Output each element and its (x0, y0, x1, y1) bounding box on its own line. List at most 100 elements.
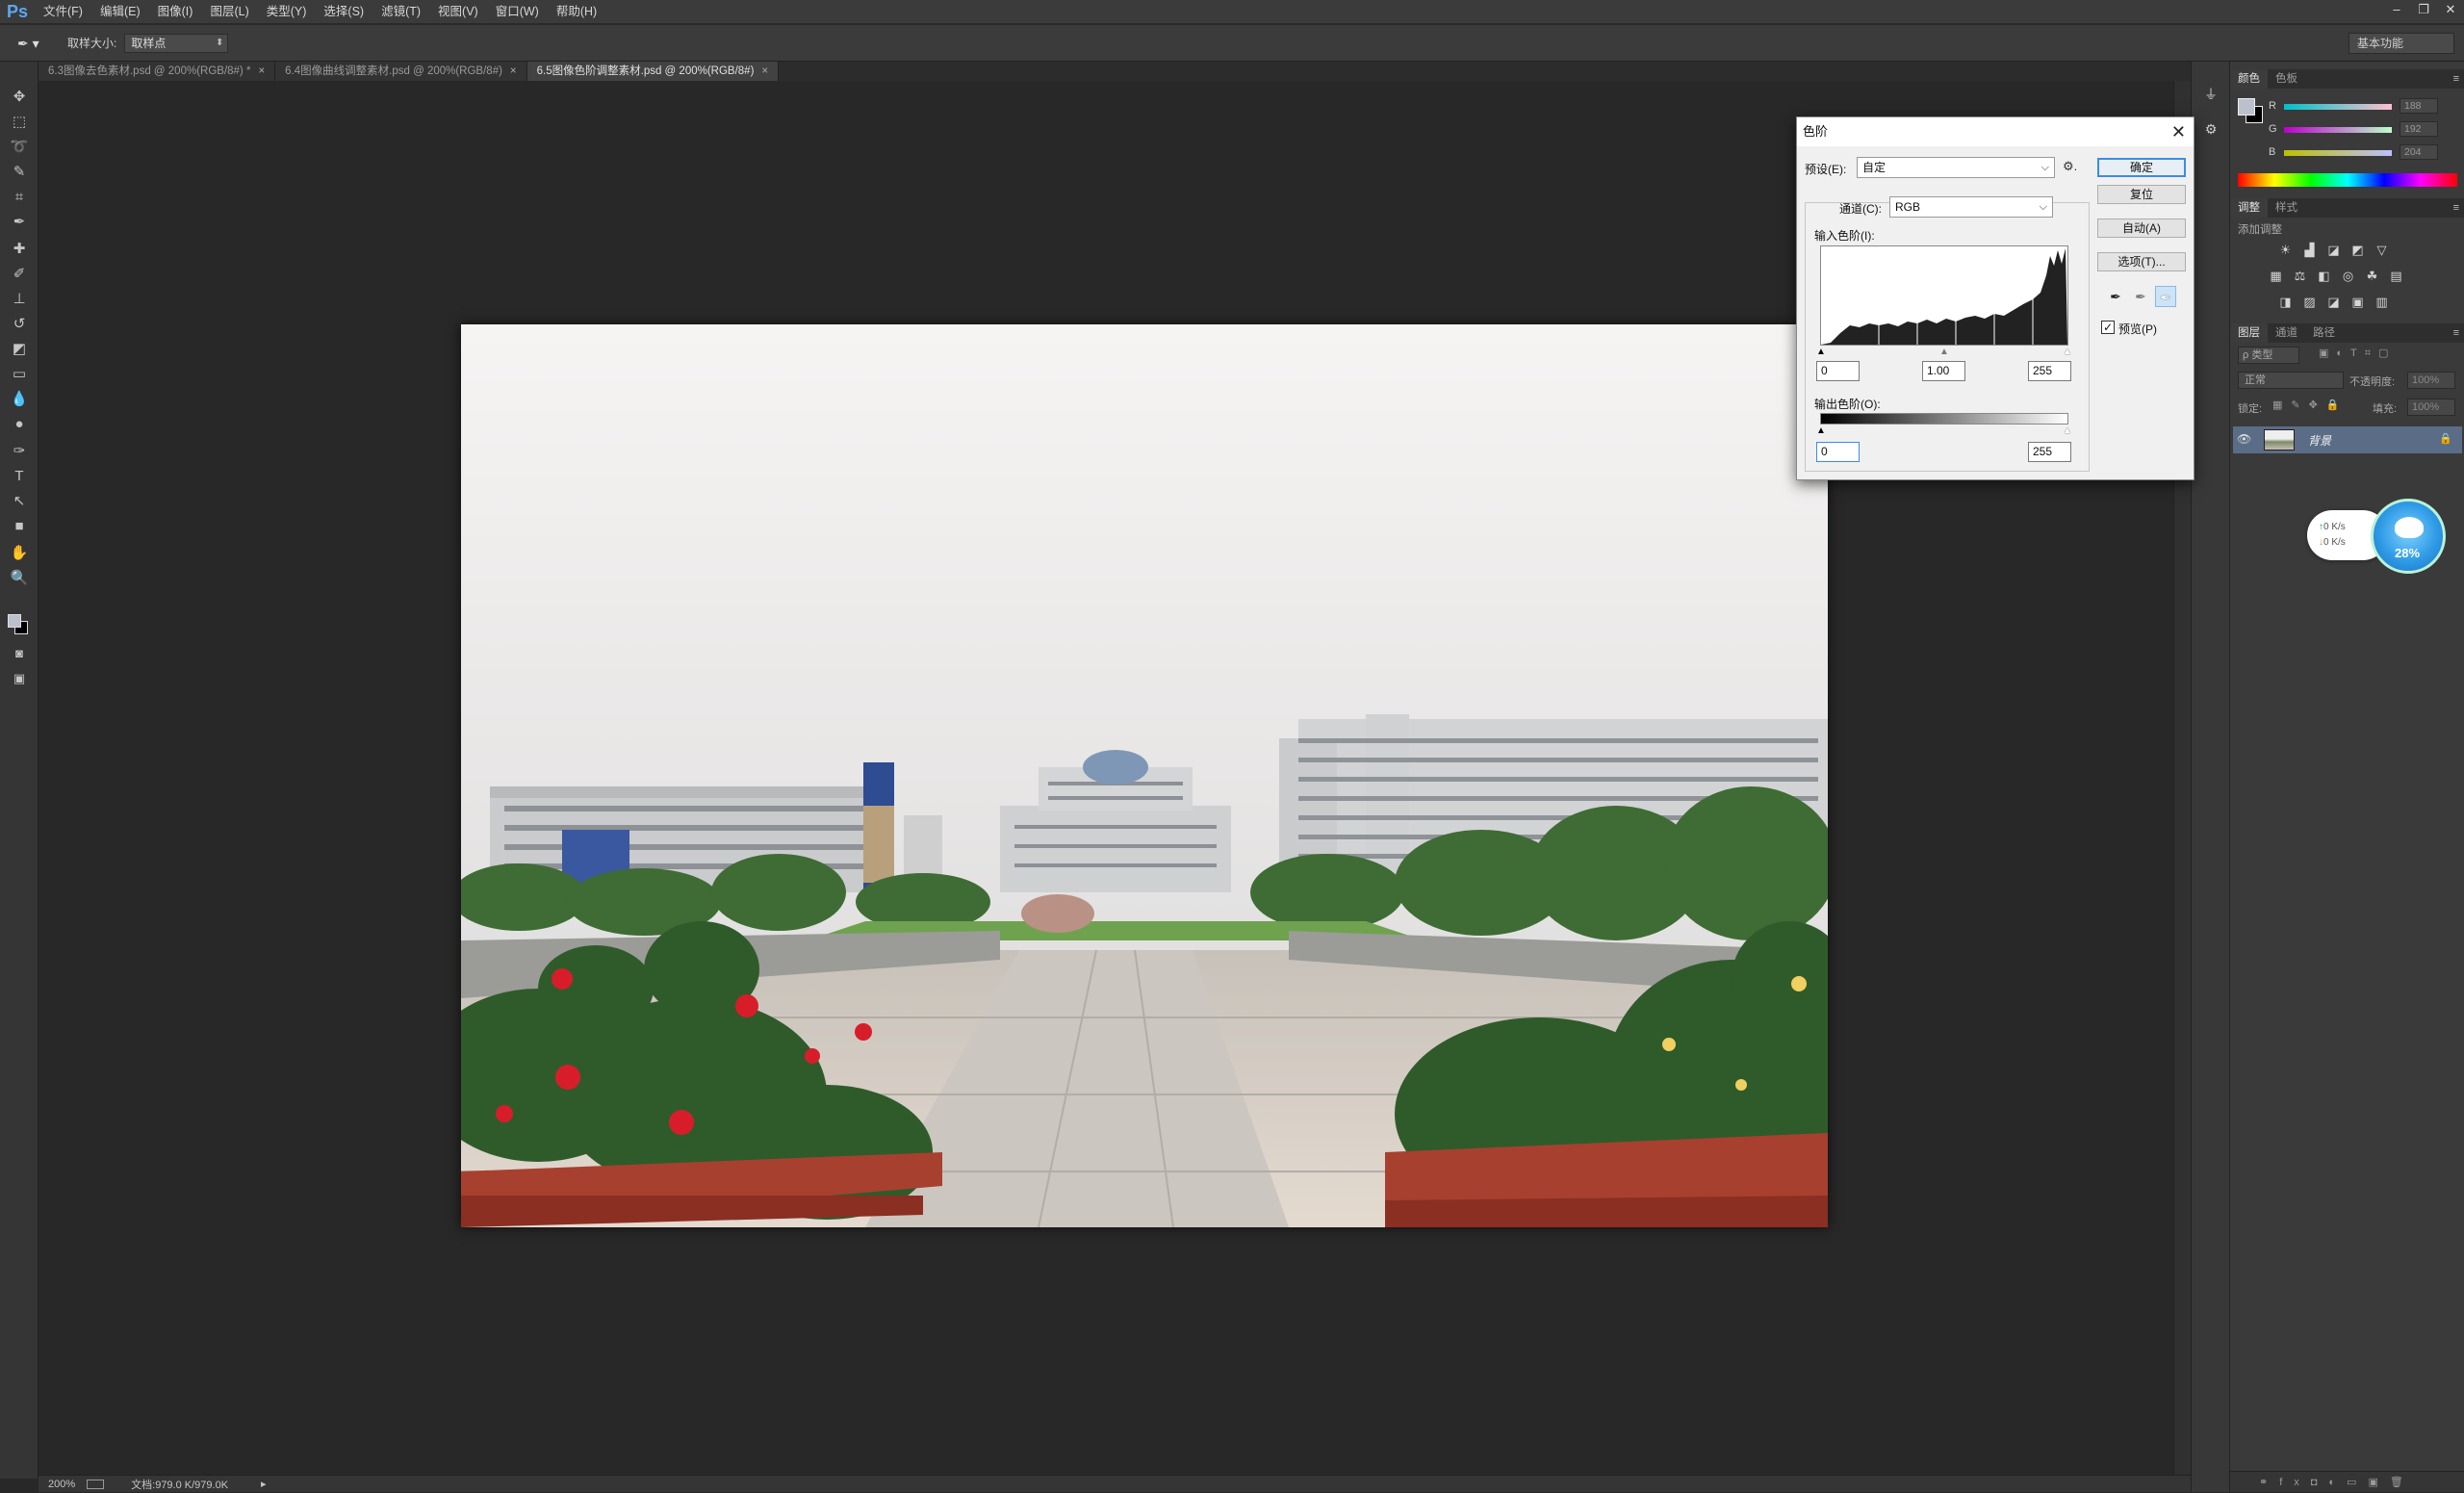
fill-input[interactable]: 100% (2407, 399, 2455, 416)
hand-tool-icon[interactable]: ✋ (8, 543, 31, 564)
opacity-input[interactable]: 100% (2407, 372, 2455, 389)
output-slider-track[interactable]: ▲ ▲ (1816, 425, 2072, 436)
tab-layers[interactable]: 图层 (2230, 323, 2268, 343)
healing-brush-tool-icon[interactable]: ✚ (8, 239, 31, 260)
tab-close-icon[interactable]: × (510, 65, 517, 77)
tab-close-icon[interactable]: × (258, 65, 265, 77)
stamp-tool-icon[interactable]: ⊥ (8, 289, 31, 310)
menu-item-8[interactable]: 窗口(W) (487, 0, 548, 24)
output-white-slider-handle[interactable]: ▲ (2063, 425, 2072, 436)
r-value[interactable]: 188 (2400, 98, 2438, 114)
options-button[interactable]: 选项(T)... (2097, 252, 2186, 271)
slider-g[interactable]: G 192 (2269, 121, 2461, 139)
input-white-slider-handle[interactable]: ▲ (2063, 347, 2072, 357)
invert-icon[interactable]: ◨ (2276, 293, 2295, 311)
type-tool-icon[interactable]: T (8, 466, 31, 487)
color-spectrum-ramp[interactable] (2238, 173, 2457, 187)
quick-mask-icon[interactable]: ◙ (8, 643, 31, 664)
hue-saturation-icon[interactable]: ▦ (2267, 267, 2285, 285)
menu-item-7[interactable]: 视图(V) (429, 0, 487, 24)
gradient-map-icon[interactable]: ▥ (2373, 293, 2391, 311)
input-white-field[interactable]: 255 (2028, 361, 2071, 381)
eraser-tool-icon[interactable]: ◩ (8, 339, 31, 360)
workspace-select[interactable]: 基本功能 (2348, 33, 2454, 54)
document-image[interactable] (461, 324, 1828, 1227)
dialog-close-button[interactable]: ✕ (2171, 117, 2186, 146)
exposure-icon[interactable]: ◩ (2348, 241, 2367, 259)
history-panel-icon[interactable]: ⏚ (2199, 83, 2222, 106)
posterize-icon[interactable]: ▨ (2300, 293, 2319, 311)
vibrance-icon[interactable]: ▽ (2373, 241, 2391, 259)
tab-close-icon[interactable]: × (761, 65, 768, 77)
gradient-tool-icon[interactable]: ▭ (8, 364, 31, 385)
layer-name[interactable]: 背景 (2308, 432, 2331, 449)
g-value[interactable]: 192 (2400, 121, 2438, 137)
photo-filter-icon[interactable]: ◎ (2339, 267, 2357, 285)
dialog-title-bar[interactable]: 色阶 ✕ (1797, 117, 2194, 146)
brush-tool-icon[interactable]: ✐ (8, 264, 31, 285)
panel-menu-icon[interactable]: ≡ (2453, 323, 2459, 343)
g-track[interactable] (2284, 127, 2392, 133)
menu-item-0[interactable]: 文件(F) (35, 0, 91, 24)
menu-item-6[interactable]: 滤镜(T) (372, 0, 429, 24)
tab-swatches[interactable]: 色板 (2268, 69, 2305, 89)
minimize-button[interactable]: – (2383, 0, 2410, 19)
zoom-level[interactable]: 200% (48, 1479, 75, 1490)
properties-panel-icon[interactable]: ⚙ (2199, 117, 2222, 141)
blur-tool-icon[interactable]: 💧 (8, 389, 31, 410)
menu-item-2[interactable]: 图像(I) (149, 0, 202, 24)
channel-mixer-icon[interactable]: ☘ (2363, 267, 2381, 285)
pen-tool-icon[interactable]: ✑ (8, 441, 31, 462)
sample-size-select[interactable]: 取样点 (124, 33, 229, 53)
menu-item-5[interactable]: 选择(S) (315, 0, 372, 24)
input-gamma-field[interactable]: 1.00 (1922, 361, 1965, 381)
path-select-tool-icon[interactable]: ↖ (8, 491, 31, 512)
selective-color-icon[interactable]: ▣ (2348, 293, 2367, 311)
gray-point-eyedropper-icon[interactable]: ✒ (2130, 286, 2151, 307)
panel-menu-icon[interactable]: ≡ (2453, 69, 2459, 89)
threshold-icon[interactable]: ◪ (2324, 293, 2343, 311)
preview-checkbox[interactable]: ✓ (2101, 321, 2115, 334)
screen-mode-icon[interactable]: ▣ (8, 668, 31, 689)
color-lookup-icon[interactable]: ▤ (2387, 267, 2405, 285)
b-value[interactable]: 204 (2400, 144, 2438, 160)
curves-icon[interactable]: ◪ (2324, 241, 2343, 259)
history-brush-tool-icon[interactable]: ↺ (8, 314, 31, 335)
blend-mode-select[interactable]: 正常 (2238, 372, 2344, 389)
status-menu-arrow-icon[interactable]: ▸ (261, 1478, 267, 1490)
reset-button[interactable]: 复位 (2097, 185, 2186, 204)
preset-options-gear-icon[interactable]: ⚙. (2063, 159, 2077, 174)
restore-button[interactable]: ❐ (2410, 0, 2437, 19)
tab-paths[interactable]: 路径 (2305, 323, 2343, 343)
output-black-slider-handle[interactable]: ▲ (1816, 425, 1826, 436)
slider-b[interactable]: B 204 (2269, 144, 2461, 162)
channel-select[interactable]: RGB ⌵ (1889, 196, 2053, 218)
tab-styles[interactable]: 样式 (2268, 198, 2305, 218)
menu-item-1[interactable]: 编辑(E) (91, 0, 149, 24)
preset-select[interactable]: 自定 ⌵ (1857, 157, 2055, 178)
brightness-icon[interactable]: ☀ (2276, 241, 2295, 259)
input-black-field[interactable]: 0 (1816, 361, 1860, 381)
crop-tool-icon[interactable]: ⌗ (8, 187, 31, 208)
status-info-icon[interactable] (87, 1479, 105, 1489)
move-tool-icon[interactable]: ✥ (8, 87, 31, 108)
quick-select-tool-icon[interactable]: ✎ (8, 162, 31, 183)
r-track[interactable] (2284, 104, 2392, 110)
tab-document-2[interactable]: 6.4图像曲线调整素材.psd @ 200%(RGB/8#) × (275, 62, 527, 81)
input-slider-track[interactable]: ▲ ▲ ▲ (1816, 347, 2072, 357)
auto-button[interactable]: 自动(A) (2097, 219, 2186, 238)
menu-item-9[interactable]: 帮助(H) (548, 0, 605, 24)
visibility-eye-icon[interactable]: 👁 (2237, 432, 2251, 446)
black-point-eyedropper-icon[interactable]: ✒ (2105, 286, 2126, 307)
layer-filter-select[interactable]: ρ 类型 (2238, 347, 2299, 364)
shape-tool-icon[interactable]: ■ (8, 516, 31, 537)
speed-ball-icon[interactable]: 28% (2371, 499, 2446, 574)
layer-thumbnail[interactable] (2264, 429, 2295, 450)
slider-r[interactable]: R 188 (2269, 98, 2461, 116)
fg-color-preview[interactable] (2238, 98, 2255, 116)
ok-button[interactable]: 确定 (2097, 158, 2186, 177)
input-black-slider-handle[interactable]: ▲ (1816, 347, 1826, 357)
eyedropper-tool-preset-icon[interactable]: ✒ ▾ (17, 34, 46, 53)
lock-icons[interactable]: ▦✎✥🔒 (2272, 399, 2348, 411)
white-point-eyedropper-icon[interactable]: ✒ (2155, 286, 2176, 307)
